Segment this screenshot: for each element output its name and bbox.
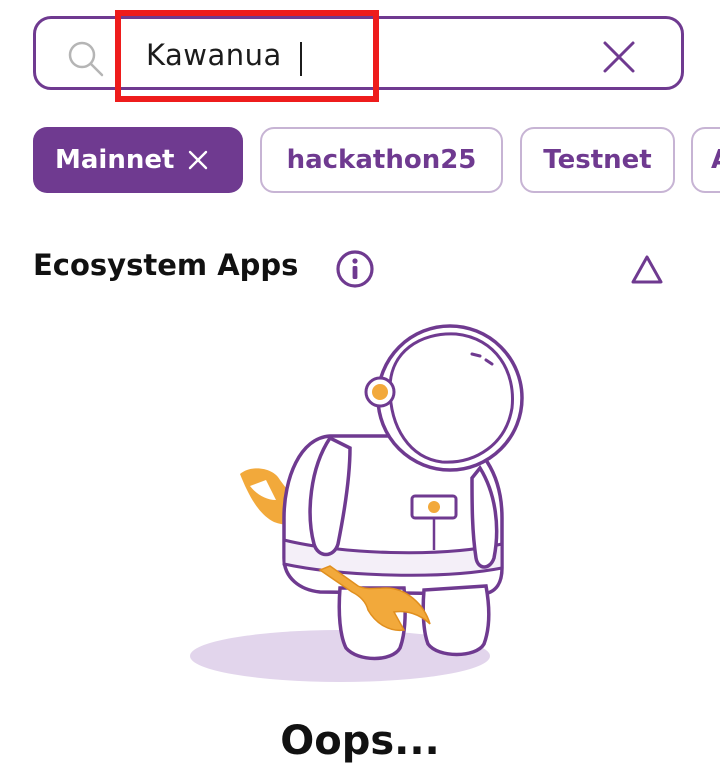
filter-chip-hackathon25[interactable]: hackathon25: [260, 127, 503, 193]
search-icon: [68, 41, 104, 77]
text-caret: [300, 42, 302, 76]
app-screen: Mainnet hackathon25 Testnet A Ecosystem …: [0, 0, 720, 783]
filter-chip-mainnet[interactable]: Mainnet: [33, 127, 243, 193]
filter-chip-testnet[interactable]: Testnet: [520, 127, 675, 193]
empty-state-title: Oops...: [280, 718, 440, 764]
filter-chip-a[interactable]: A: [691, 127, 720, 193]
filter-chip-label: Testnet: [543, 145, 652, 175]
info-icon[interactable]: [335, 249, 375, 289]
filter-chip-label: hackathon25: [286, 145, 477, 175]
filter-chip-label: A: [711, 145, 720, 175]
triangle-up-icon[interactable]: [630, 254, 664, 286]
astronaut-illustration: [190, 324, 524, 682]
close-icon[interactable]: [601, 39, 637, 75]
filter-chip-label: Mainnet: [55, 145, 175, 175]
search-bar[interactable]: [33, 16, 684, 90]
search-input[interactable]: [146, 27, 506, 82]
close-icon[interactable]: [188, 150, 208, 170]
section-title: Ecosystem Apps: [33, 248, 299, 282]
